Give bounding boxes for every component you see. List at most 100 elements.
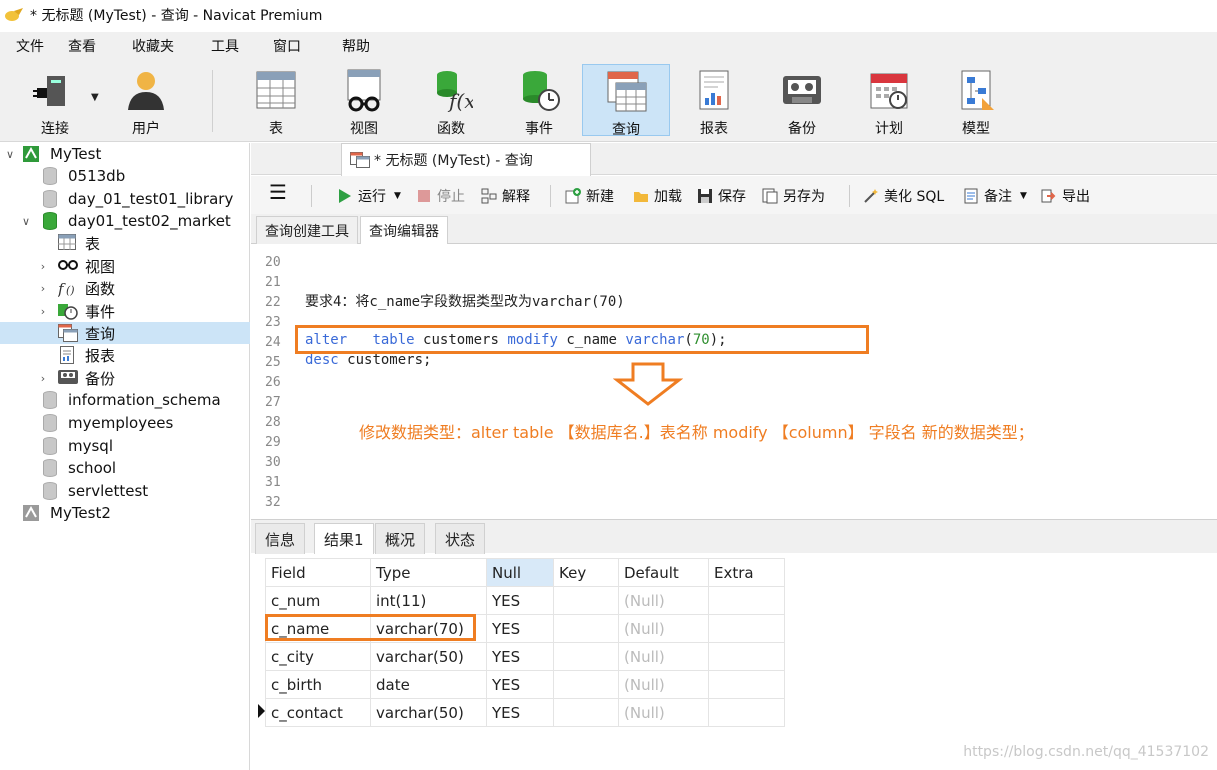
tab-info[interactable]: 信息 (255, 523, 306, 554)
run-button[interactable]: 运行 ▼ (337, 186, 401, 206)
tree-connection-mytest[interactable]: ∨ MyTest (0, 143, 250, 165)
table-row[interactable]: c_birth date YES (Null) (265, 670, 785, 699)
column-header[interactable]: Key (553, 558, 619, 587)
grid-cell[interactable] (553, 698, 619, 727)
explain-button[interactable]: 解释 (481, 186, 530, 206)
tree-connection-mytest2[interactable]: MyTest2 (0, 502, 250, 524)
model-button[interactable]: 模型 (946, 64, 1006, 137)
tree-db-market[interactable]: ∨ day01_test02_market (0, 210, 250, 232)
backup-button[interactable]: 备份 (772, 64, 832, 137)
grid-cell[interactable] (553, 642, 619, 671)
tree-db-library[interactable]: day_01_test01_library (0, 188, 250, 210)
grid-cell[interactable]: (Null) (618, 614, 709, 643)
view-button[interactable]: 视图 (334, 64, 394, 137)
tree-item-functions[interactable]: › f() 函数 (0, 277, 250, 299)
tree-db-servlettest[interactable]: servlettest (0, 480, 250, 502)
grid-cell[interactable]: (Null) (618, 698, 709, 727)
column-header[interactable]: Null (486, 558, 554, 587)
export-button[interactable]: 导出 (1041, 186, 1090, 206)
run-dropdown-icon[interactable]: ▼ (394, 191, 401, 201)
grid-cell[interactable]: YES (486, 586, 554, 615)
tree-db-mysql[interactable]: mysql (0, 435, 250, 457)
tree-db-school[interactable]: school (0, 457, 250, 479)
expand-arrow-icon[interactable]: ∨ (4, 148, 16, 161)
hamburger-menu-icon[interactable]: ☰ (269, 180, 287, 204)
tree-db-0513db[interactable]: 0513db (0, 165, 250, 187)
grid-cell[interactable]: c_birth (265, 670, 371, 699)
result-grid[interactable]: Field Type Null Key Default Extra c_num … (265, 558, 785, 727)
new-button[interactable]: 新建 (565, 186, 614, 206)
menu-window[interactable]: 窗口 (273, 36, 301, 56)
tree-item-reports[interactable]: 报表 (0, 344, 250, 366)
tree-item-queries[interactable]: 查询 (0, 322, 250, 344)
tree-db-myemployees[interactable]: myemployees (0, 412, 250, 434)
connect-dropdown-icon[interactable]: ▼ (91, 92, 99, 103)
tab-overview[interactable]: 概况 (375, 523, 426, 554)
table-row[interactable]: c_city varchar(50) YES (Null) (265, 642, 785, 671)
grid-cell[interactable]: YES (486, 698, 554, 727)
grid-cell[interactable] (708, 670, 785, 699)
schedule-button[interactable]: 计划 (859, 64, 919, 137)
menu-tools[interactable]: 工具 (211, 36, 239, 56)
grid-cell[interactable]: c_contact (265, 698, 371, 727)
grid-cell[interactable]: YES (486, 670, 554, 699)
tab-query-editor[interactable]: 查询编辑器 (360, 216, 448, 244)
grid-cell[interactable] (708, 586, 785, 615)
connect-button[interactable]: 连接 (20, 64, 90, 137)
beautify-sql-button[interactable]: 美化 SQL (863, 186, 944, 206)
table-row[interactable]: c_contact varchar(50) YES (Null) (265, 698, 785, 727)
event-button[interactable]: 事件 (509, 64, 569, 137)
tree-item-tables[interactable]: 表 (0, 232, 250, 254)
grid-cell[interactable] (708, 642, 785, 671)
grid-cell[interactable]: varchar(50) (370, 642, 487, 671)
menu-help[interactable]: 帮助 (342, 36, 370, 56)
collapse-arrow-icon[interactable]: › (37, 305, 49, 318)
note-dropdown-icon[interactable]: ▼ (1020, 191, 1027, 201)
tree-item-views[interactable]: › 视图 (0, 255, 250, 277)
collapse-arrow-icon[interactable]: › (37, 260, 49, 273)
column-header[interactable]: Extra (708, 558, 785, 587)
function-button[interactable]: f(x) 函数 (421, 64, 483, 137)
expand-arrow-icon[interactable]: ∨ (20, 215, 32, 228)
save-as-button[interactable]: 另存为 (762, 186, 825, 206)
grid-cell[interactable]: date (370, 670, 487, 699)
menu-file[interactable]: 文件 (16, 36, 44, 56)
grid-cell[interactable]: (Null) (618, 642, 709, 671)
column-header[interactable]: Default (618, 558, 709, 587)
grid-cell[interactable] (708, 614, 785, 643)
menu-favorites[interactable]: 收藏夹 (132, 36, 174, 56)
grid-cell[interactable]: int(11) (370, 586, 487, 615)
tree-db-information-schema[interactable]: information_schema (0, 389, 250, 411)
load-button[interactable]: 加载 (633, 186, 682, 206)
grid-cell[interactable]: (Null) (618, 586, 709, 615)
grid-cell[interactable]: c_num (265, 586, 371, 615)
grid-cell[interactable] (708, 698, 785, 727)
grid-cell[interactable] (553, 670, 619, 699)
column-header[interactable]: Field (265, 558, 371, 587)
table-button[interactable]: 表 (246, 64, 306, 137)
report-button[interactable]: 报表 (684, 64, 744, 137)
grid-cell[interactable]: varchar(50) (370, 698, 487, 727)
grid-cell[interactable] (553, 614, 619, 643)
stop-button[interactable]: 停止 (416, 186, 465, 206)
menu-view[interactable]: 查看 (68, 36, 96, 56)
tree-item-events[interactable]: › 事件 (0, 300, 250, 322)
tab-result1[interactable]: 结果1 (314, 523, 374, 554)
note-button[interactable]: 备注 ▼ (963, 186, 1027, 206)
user-button[interactable]: 用户 (116, 64, 176, 137)
sql-editor[interactable]: 20 21 22 23 24 25 26 27 28 29 30 31 32 要… (251, 245, 1217, 518)
grid-cell[interactable]: YES (486, 642, 554, 671)
table-row[interactable]: c_num int(11) YES (Null) (265, 586, 785, 615)
tab-query-builder[interactable]: 查询创建工具 (256, 216, 358, 244)
grid-cell[interactable]: (Null) (618, 670, 709, 699)
collapse-arrow-icon[interactable]: › (37, 372, 49, 385)
query-button[interactable]: 查询 (582, 64, 670, 138)
tab-status[interactable]: 状态 (435, 523, 486, 554)
save-button[interactable]: 保存 (697, 186, 746, 206)
collapse-arrow-icon[interactable]: › (37, 282, 49, 295)
tree-item-backups[interactable]: › 备份 (0, 367, 250, 389)
grid-cell[interactable] (553, 586, 619, 615)
query-document-tab[interactable]: * 无标题 (MyTest) - 查询 (341, 143, 591, 176)
grid-cell[interactable]: c_city (265, 642, 371, 671)
column-header[interactable]: Type (370, 558, 487, 587)
